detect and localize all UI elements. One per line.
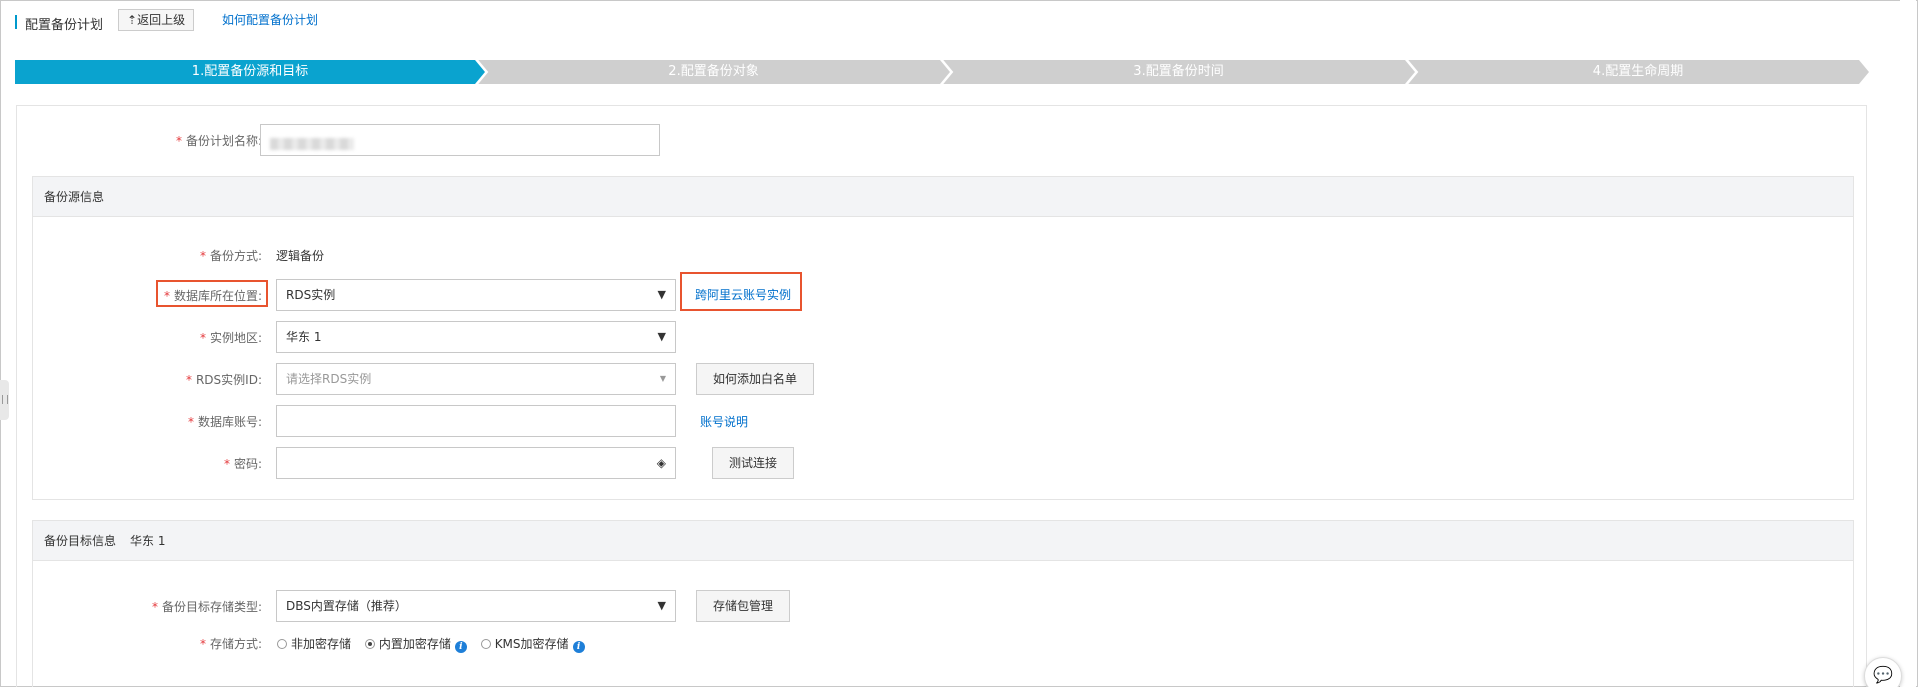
- rds-id-label-text: RDS实例ID:: [195, 373, 262, 387]
- storage-option-builtin-encrypted[interactable]: 内置加密存储 i: [364, 637, 467, 653]
- step-4-label: 4.配置生命周期: [1592, 64, 1684, 79]
- region-select[interactable]: 华东 1 ▼: [276, 321, 676, 353]
- step-2-label: 2.配置备份对象: [668, 64, 759, 79]
- storage-type-label-text: 备份目标存储类型:: [161, 600, 262, 614]
- info-icon[interactable]: i: [572, 641, 585, 653]
- scrollbar[interactable]: [1900, 0, 1916, 687]
- title-accent-bar: [15, 15, 17, 29]
- storage-type-select[interactable]: DBS内置存储（推荐） ▼: [276, 590, 676, 622]
- region-label: * 实例地区:: [150, 329, 262, 346]
- dropdown-arrow-icon: ▼: [657, 288, 666, 301]
- backup-method-label-text: 备份方式:: [209, 249, 262, 263]
- source-section-title: 备份源信息: [44, 190, 105, 204]
- required-mark: *: [223, 457, 230, 471]
- required-mark: *: [151, 600, 158, 614]
- password-input[interactable]: ◈: [276, 447, 676, 479]
- required-mark: *: [175, 134, 182, 148]
- back-button-label: 返回上级: [137, 13, 186, 27]
- storage-mode-options: 非加密存储 内置加密存储 i KMS加密存储 i: [277, 635, 595, 653]
- storage-package-button[interactable]: 存储包管理: [696, 590, 790, 622]
- storage-option-label: 非加密存储: [291, 637, 352, 651]
- db-location-value: RDS实例: [286, 288, 336, 302]
- required-mark: *: [187, 415, 194, 429]
- storage-option-unencrypted[interactable]: 非加密存储: [277, 637, 351, 651]
- back-arrow-icon: ⇡: [127, 13, 138, 27]
- password-label-text: 密码:: [233, 457, 262, 471]
- region-value: 华东 1: [286, 330, 322, 344]
- db-location-label-text: 数据库所在位置:: [173, 289, 262, 303]
- dropdown-caret-icon: ▼: [659, 374, 666, 383]
- step-1-label: 1.配置备份源和目标: [191, 64, 309, 79]
- required-mark: *: [185, 373, 192, 387]
- db-account-label-text: 数据库账号:: [197, 415, 262, 429]
- back-button[interactable]: ⇡返回上级: [118, 9, 195, 31]
- wizard-steps: 1.配置备份源和目标 2.配置备份对象 3.配置备份时间 4.配置生命周期: [15, 60, 1869, 84]
- sidebar-collapse-handle[interactable]: [0, 380, 9, 420]
- info-icon[interactable]: i: [454, 641, 467, 653]
- required-mark: *: [199, 331, 206, 345]
- rds-id-select[interactable]: 请选择RDS实例 ▼: [276, 363, 676, 395]
- db-location-select[interactable]: RDS实例 ▼: [276, 279, 676, 311]
- whitelist-button[interactable]: 如何添加白名单: [696, 363, 814, 395]
- target-section-header: 备份目标信息 华东 1: [33, 521, 1853, 561]
- source-section-header: 备份源信息: [33, 177, 1853, 217]
- account-help-link[interactable]: 账号说明: [700, 413, 748, 430]
- page-title: 配置备份计划: [25, 18, 104, 33]
- step-3-label: 3.配置备份时间: [1133, 64, 1224, 79]
- db-account-input[interactable]: [276, 405, 676, 437]
- radio-selected[interactable]: [364, 639, 375, 649]
- plan-name-blurred-value: [270, 138, 354, 150]
- step-4[interactable]: 4.配置生命周期: [1407, 60, 1869, 84]
- storage-option-label: KMS加密存储: [494, 637, 569, 651]
- storage-option-label: 内置加密存储: [378, 637, 451, 651]
- dropdown-arrow-icon: ▼: [657, 599, 666, 612]
- test-connection-button[interactable]: 测试连接: [712, 447, 794, 479]
- password-label: * 密码:: [150, 455, 262, 472]
- howto-config-link[interactable]: 如何配置备份计划: [222, 11, 318, 28]
- storage-mode-label: * 存储方式:: [150, 635, 262, 652]
- target-region: 华东 1: [130, 534, 166, 548]
- db-account-label: * 数据库账号:: [150, 413, 262, 430]
- rds-id-placeholder: 请选择RDS实例: [286, 372, 372, 386]
- step-2[interactable]: 2.配置备份对象: [477, 60, 950, 84]
- db-location-label: * 数据库所在位置:: [150, 287, 262, 304]
- plan-name-label-text: 备份计划名称:: [185, 134, 262, 148]
- backup-method-label: * 备份方式:: [150, 247, 262, 264]
- cross-account-link[interactable]: 跨阿里云账号实例: [695, 286, 791, 303]
- backup-method-value: 逻辑备份: [276, 249, 325, 263]
- radio-unselected[interactable]: [480, 639, 491, 649]
- required-mark: *: [199, 637, 206, 651]
- target-section-title: 备份目标信息: [44, 534, 117, 548]
- step-1[interactable]: 1.配置备份源和目标: [15, 60, 485, 84]
- storage-type-label: * 备份目标存储类型:: [130, 598, 262, 615]
- required-mark: *: [163, 289, 170, 303]
- region-label-text: 实例地区:: [209, 331, 262, 345]
- dropdown-arrow-icon: ▼: [657, 330, 666, 343]
- storage-option-kms-encrypted[interactable]: KMS加密存储 i: [480, 637, 585, 653]
- radio-unselected[interactable]: [277, 639, 287, 649]
- rds-id-label: * RDS实例ID:: [150, 371, 262, 388]
- plan-name-label: * 备份计划名称:: [140, 132, 262, 149]
- chat-icon[interactable]: 💬: [1864, 657, 1902, 687]
- eye-icon[interactable]: ◈: [657, 448, 666, 478]
- storage-mode-label-text: 存储方式:: [209, 637, 262, 651]
- storage-type-value: DBS内置存储（推荐）: [286, 599, 407, 613]
- required-mark: *: [199, 249, 206, 263]
- step-3[interactable]: 3.配置备份时间: [942, 60, 1415, 84]
